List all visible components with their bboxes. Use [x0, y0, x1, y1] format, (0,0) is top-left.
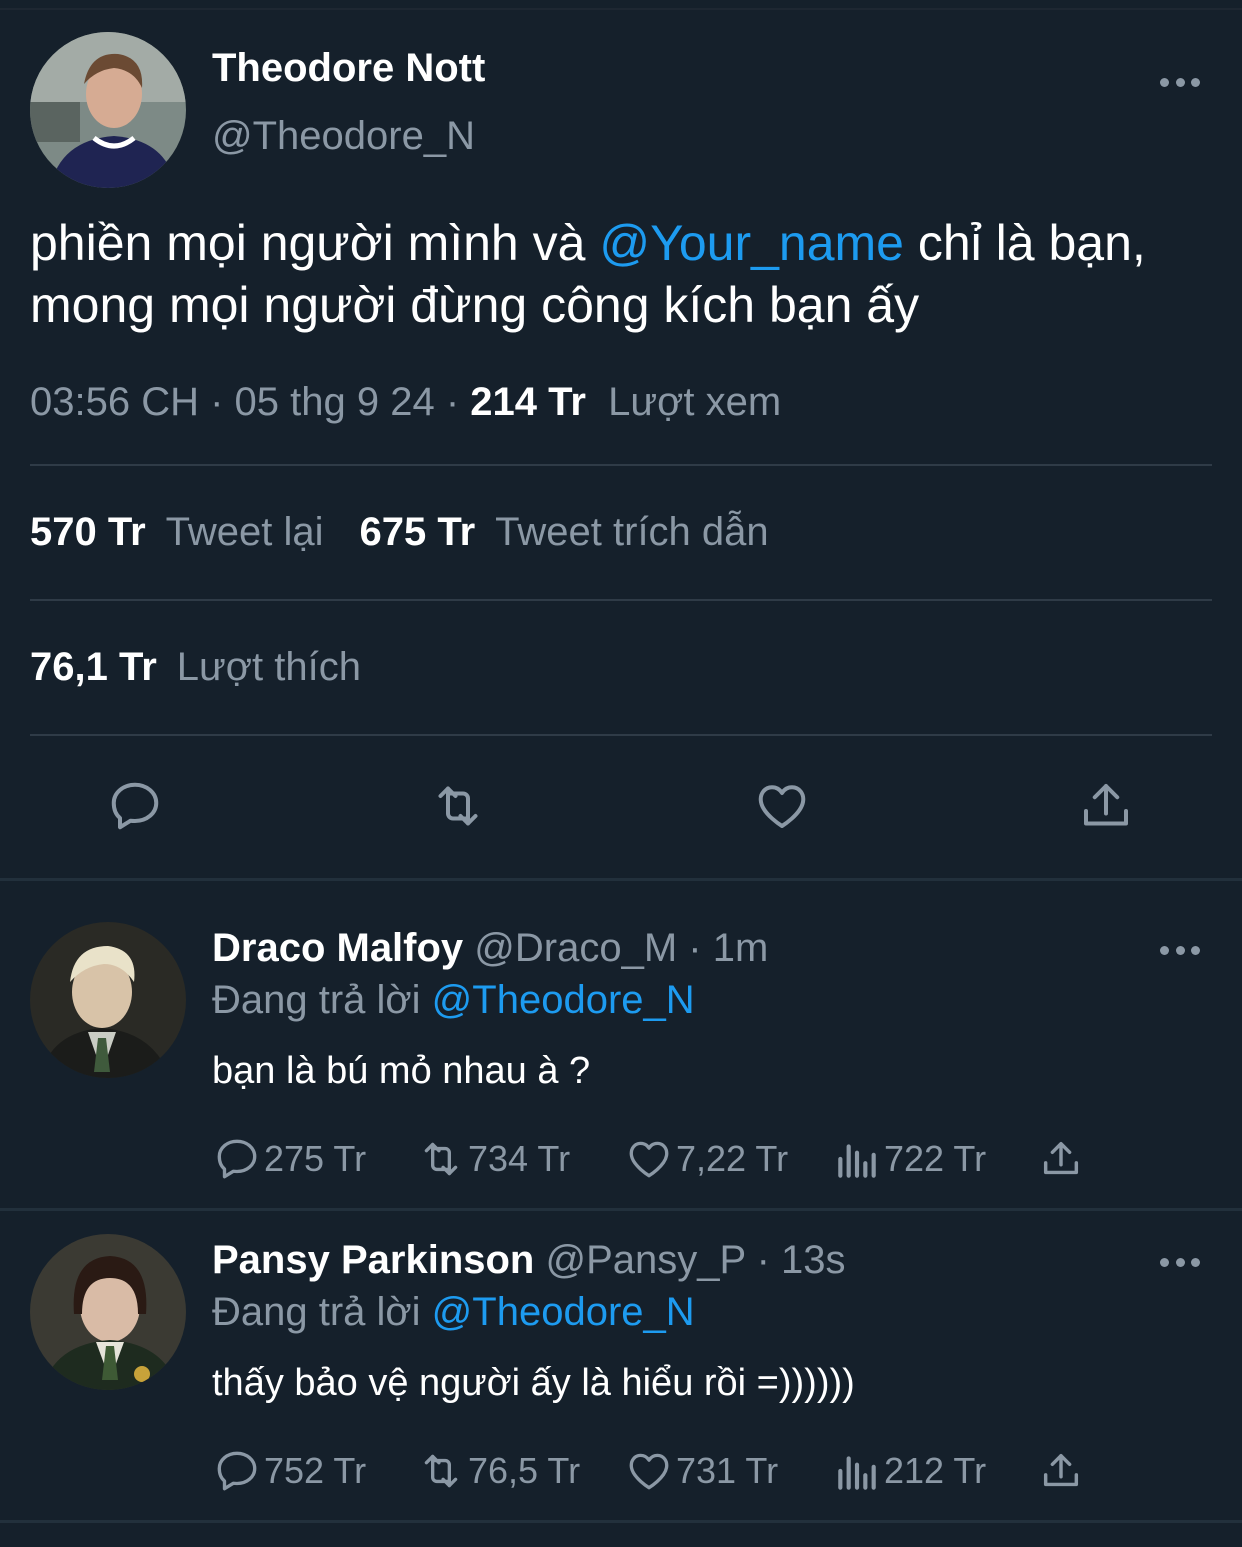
reply-text: thấy bảo vệ người ấy là hiểu rồi =)))))) — [212, 1362, 855, 1404]
replying-to-mention[interactable]: @Theodore_N — [432, 978, 695, 1022]
views-count: 214 Tr — [470, 380, 586, 424]
reply-more-icon[interactable] — [1160, 944, 1200, 956]
replying-to: Đang trả lời @Theodore_N — [212, 1290, 695, 1335]
reply-handle[interactable]: @Pansy_P — [546, 1238, 746, 1282]
author-display-name[interactable]: Theodore Nott — [212, 46, 485, 91]
reply-time[interactable]: 13s — [781, 1238, 846, 1282]
tweet-meta: 03:56 CH · 05 thg 9 24 · 214 Tr Lượt xem — [30, 380, 782, 424]
like-count-value: 731 Tr — [676, 1450, 779, 1491]
reply-count-value: 275 Tr — [264, 1138, 367, 1179]
share-icon[interactable] — [1038, 1136, 1084, 1182]
reply-count-value: 752 Tr — [264, 1450, 367, 1491]
views-count-value: 722 Tr — [884, 1138, 987, 1179]
like-stats: 76,1 Tr Lượt thích — [30, 645, 361, 690]
share-icon[interactable] — [1076, 776, 1136, 836]
views-label: Lượt xem — [608, 380, 782, 424]
author-avatar[interactable] — [30, 32, 186, 188]
analytics-icon — [838, 1456, 876, 1490]
reply-header: Pansy Parkinson @Pansy_P · 13s — [212, 1238, 846, 1282]
tweet-time[interactable]: 03:56 CH — [30, 380, 199, 424]
retweet-count-value: 76,5 Tr — [468, 1450, 581, 1491]
retweets-label[interactable]: Tweet lại — [166, 510, 324, 554]
more-options-icon[interactable] — [1160, 76, 1200, 88]
tweet-text: phiền mọi người mình và @Your_name chỉ l… — [30, 212, 1220, 336]
reply-avatar[interactable] — [30, 922, 186, 1078]
top-edge — [0, 0, 1242, 10]
retweet-stats: 570 Tr Tweet lại 675 Tr Tweet trích dẫn — [30, 510, 769, 555]
section-divider — [0, 1520, 1242, 1523]
section-divider — [0, 878, 1242, 881]
replying-label: Đang trả lời — [212, 1290, 421, 1334]
reply-display-name[interactable]: Draco Malfoy — [212, 926, 463, 970]
reply-time[interactable]: 1m — [713, 926, 769, 970]
reply-text: bạn là bú mỏ nhau à ? — [212, 1050, 591, 1092]
replying-label: Đang trả lời — [212, 978, 421, 1022]
retweet-icon — [424, 1142, 458, 1176]
like-icon — [629, 1141, 669, 1178]
mention-link[interactable]: @Your_name — [599, 215, 904, 271]
quotes-label[interactable]: Tweet trích dẫn — [495, 510, 768, 554]
views-count[interactable]: 212 Tr — [832, 1446, 986, 1496]
reply-header: Draco Malfoy @Draco_M · 1m — [212, 926, 769, 970]
reply-count[interactable]: 275 Tr — [212, 1134, 366, 1184]
replying-to: Đang trả lời @Theodore_N — [212, 978, 695, 1023]
divider — [30, 599, 1212, 601]
retweet-count[interactable]: 734 Tr — [416, 1134, 570, 1184]
reply-icon — [217, 1451, 257, 1491]
retweet-count-value: 734 Tr — [468, 1138, 571, 1179]
reply-icon — [217, 1139, 257, 1179]
retweet-count[interactable]: 76,5 Tr — [416, 1446, 580, 1496]
retweet-icon[interactable] — [428, 776, 488, 836]
like-count[interactable]: 731 Tr — [624, 1446, 778, 1496]
likes-label[interactable]: Lượt thích — [177, 645, 361, 689]
reply-display-name[interactable]: Pansy Parkinson — [212, 1238, 534, 1282]
analytics-icon — [838, 1144, 876, 1178]
like-count[interactable]: 7,22 Tr — [624, 1134, 788, 1184]
reply-avatar[interactable] — [30, 1234, 186, 1390]
section-divider — [0, 1208, 1242, 1211]
replying-to-mention[interactable]: @Theodore_N — [432, 1290, 695, 1334]
divider — [30, 734, 1212, 736]
retweet-icon — [424, 1454, 458, 1488]
reply-count[interactable]: 752 Tr — [212, 1446, 366, 1496]
views-count-value: 212 Tr — [884, 1450, 987, 1491]
tweet-date[interactable]: 05 thg 9 24 — [235, 380, 435, 424]
like-icon — [629, 1453, 669, 1490]
reply-more-icon[interactable] — [1160, 1256, 1200, 1268]
like-count-value: 7,22 Tr — [676, 1138, 789, 1179]
share-icon[interactable] — [1038, 1448, 1084, 1494]
reply-icon[interactable] — [105, 776, 165, 836]
reply-handle[interactable]: @Draco_M — [474, 926, 677, 970]
tweet-text-before: phiền mọi người mình và — [30, 215, 600, 271]
retweets-count[interactable]: 570 Tr — [30, 510, 146, 554]
author-handle[interactable]: @Theodore_N — [212, 114, 475, 159]
views-count[interactable]: 722 Tr — [832, 1134, 986, 1184]
likes-count[interactable]: 76,1 Tr — [30, 645, 157, 689]
like-icon[interactable] — [752, 776, 812, 836]
quotes-count[interactable]: 675 Tr — [360, 510, 476, 554]
divider — [30, 464, 1212, 466]
